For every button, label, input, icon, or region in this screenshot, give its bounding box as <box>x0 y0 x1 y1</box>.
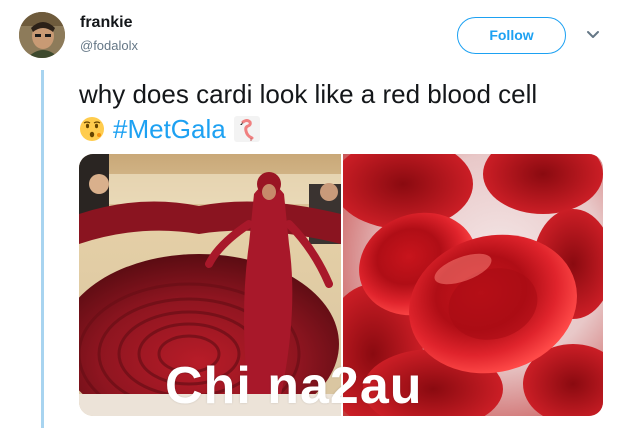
tweet-text: why does cardi look like a red blood cel… <box>79 79 538 109</box>
follow-button[interactable]: Follow <box>457 17 566 54</box>
watermark-text: Chi na2au <box>165 357 423 415</box>
tweet-hashtag-line: #MetGala <box>79 112 260 146</box>
hushed-kissing-face-emoji-icon <box>79 116 105 142</box>
chevron-down-icon[interactable] <box>584 25 602 43</box>
author-name[interactable]: frankie <box>80 14 132 32</box>
thread-line <box>41 70 44 428</box>
author-handle[interactable]: @fodalolx <box>80 38 138 53</box>
hashtag-link[interactable]: #MetGala <box>113 114 226 145</box>
flamingo-icon <box>233 116 260 142</box>
avatar[interactable] <box>19 12 65 58</box>
